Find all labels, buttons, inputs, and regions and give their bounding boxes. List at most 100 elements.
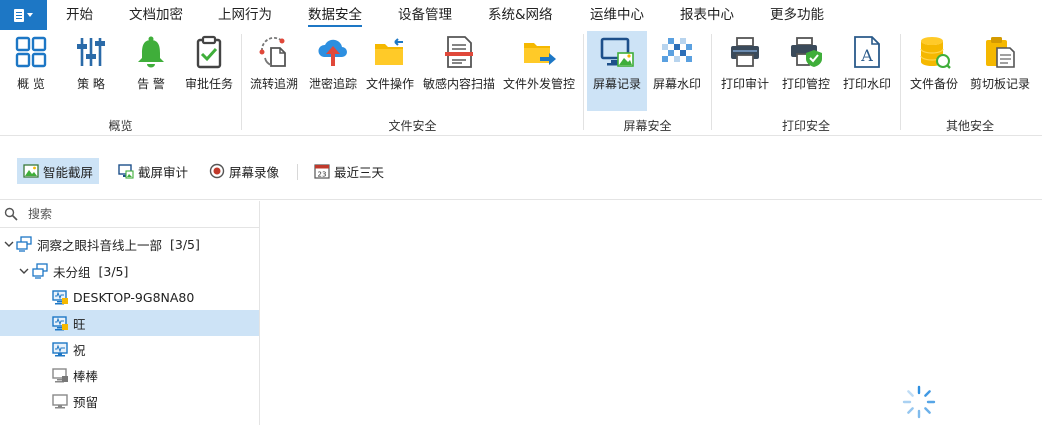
screen-recording-button[interactable]: 屏幕录像: [203, 158, 285, 184]
time-range-selector[interactable]: 23 最近三天: [308, 158, 390, 184]
menu-tab-data-security[interactable]: 数据安全: [308, 0, 362, 30]
group-separator: [711, 34, 712, 130]
tree-computer-reserved[interactable]: 预留: [0, 388, 259, 414]
folder-arrow-icon: [375, 38, 403, 65]
group-label-screen-security: 屏幕安全: [623, 119, 672, 133]
app-menu-button[interactable]: [0, 0, 47, 30]
screen-recording-label: 屏幕录像: [229, 164, 280, 180]
alert-label: 告 警: [137, 77, 165, 91]
tree-computer-desktop-9g8na80[interactable]: DESKTOP-9G8NA80: [0, 284, 259, 310]
record-icon: [209, 163, 225, 179]
bell-alert-icon: [138, 36, 164, 68]
network-computers-icon: [32, 263, 48, 279]
group-label-print-security: 打印安全: [781, 119, 830, 133]
alert-button[interactable]: 告 警: [126, 31, 176, 111]
tree-group-root[interactable]: 洞察之眼抖音线上一部 [3/5]: [0, 231, 259, 257]
computer-name: 预留: [73, 394, 99, 410]
print-audit-label: 打印审计: [720, 77, 769, 91]
screen-watermark-label: 屏幕水印: [652, 77, 701, 91]
tree-computer-wang[interactable]: 旺: [0, 310, 259, 336]
computer-tree-panel: 洞察之眼抖音线上一部 [3/5] 未分组 [3/5] DESKTOP-9G8NA…: [0, 201, 260, 425]
image-icon: [23, 164, 39, 178]
file-operation-label: 文件操作: [365, 77, 414, 91]
monitor-online-locked-icon: [52, 316, 68, 331]
leak-tracking-label: 泄密追踪: [308, 77, 357, 91]
tree-group-label: 未分组: [53, 264, 91, 280]
file-outbound-control-label: 文件外发管控: [502, 77, 575, 91]
clipboard-record-button[interactable]: 剪切板记录: [965, 31, 1035, 111]
overview-button[interactable]: 概 览: [6, 31, 56, 111]
tree-computer-zhu[interactable]: 祝: [0, 336, 259, 362]
menu-tab-report-center[interactable]: 报表中心: [680, 0, 734, 30]
network-computers-icon: [16, 236, 32, 252]
folder-send-icon: [524, 43, 556, 65]
menu-tab-ops-center[interactable]: 运维中心: [590, 0, 644, 30]
chevron-down-icon[interactable]: [19, 266, 29, 276]
file-backup-button[interactable]: 文件备份: [905, 31, 963, 111]
svg-text:A: A: [860, 46, 873, 65]
clipboard-check-icon: [196, 35, 222, 69]
letter-a-document-icon: A: [854, 36, 880, 68]
menu-tab-device-management[interactable]: 设备管理: [398, 0, 452, 30]
mosaic-watermark-icon: [662, 38, 692, 62]
capture-audit-button[interactable]: 截屏审计: [112, 158, 194, 184]
toolbar-separator: [297, 164, 298, 180]
sensitive-content-scan-button[interactable]: 敏感内容扫描: [420, 31, 498, 111]
leak-tracking-button[interactable]: 泄密追踪: [306, 31, 360, 111]
clipboard-record-icon: [986, 37, 1015, 68]
monitor-online-locked-icon: [52, 290, 68, 305]
grid-overview-icon: [15, 36, 47, 68]
computer-name: 棒棒: [73, 368, 99, 384]
screen-record-button[interactable]: 屏幕记录: [587, 31, 647, 111]
menu-tab-more-features[interactable]: 更多功能: [770, 0, 824, 30]
group-label-other-security: 其他安全: [945, 119, 994, 133]
search-bar: [0, 201, 259, 228]
group-label-overview: 概览: [108, 119, 133, 133]
online-count: [3/5]: [98, 263, 129, 279]
clipboard-record-label: 剪切板记录: [969, 77, 1030, 91]
print-watermark-button[interactable]: A 打印水印: [838, 31, 896, 111]
group-label-file-security: 文件安全: [388, 119, 437, 133]
time-range-label: 最近三天: [334, 164, 385, 180]
screen-record-label: 屏幕记录: [592, 77, 641, 91]
document-flow-icon: [259, 37, 286, 67]
print-control-label: 打印管控: [781, 77, 830, 91]
document-scan-icon: [445, 36, 473, 68]
monitor-offline-locked-icon: [52, 368, 68, 383]
search-input[interactable]: [28, 207, 248, 221]
document-menu-icon: [14, 8, 24, 22]
capture-audit-label: 截屏审计: [138, 164, 189, 180]
search-icon: [4, 207, 18, 221]
smart-capture-button[interactable]: 智能截屏: [17, 158, 100, 184]
group-separator: [583, 34, 584, 130]
menu-bar: 开始 文档加密 上网行为 数据安全 设备管理 系统&网络 运维中心 报表中心 更…: [0, 0, 1042, 30]
chevron-down-icon[interactable]: [4, 239, 14, 249]
policy-button[interactable]: 策 略: [66, 31, 116, 111]
monitor-online-icon: [52, 342, 68, 357]
menu-tab-start[interactable]: 开始: [66, 0, 93, 30]
monitor-offline-icon: [52, 394, 68, 409]
cloud-upload-icon: [318, 39, 347, 66]
tree-group-ungrouped[interactable]: 未分组 [3/5]: [0, 258, 259, 284]
flow-trace-label: 流转追溯: [249, 77, 298, 91]
file-outbound-control-button[interactable]: 文件外发管控: [500, 31, 578, 111]
menu-tab-web-behavior[interactable]: 上网行为: [218, 0, 272, 30]
flow-trace-button[interactable]: 流转追溯: [246, 31, 302, 111]
approval-tasks-button[interactable]: 审批任务: [181, 31, 237, 111]
monitor-capture-icon: [118, 164, 134, 179]
menu-tab-system-network[interactable]: 系统&网络: [488, 0, 553, 30]
overview-label: 概 览: [17, 77, 45, 91]
group-separator: [241, 34, 242, 130]
computer-name: 旺: [73, 316, 86, 332]
tree-computer-bangbang[interactable]: 棒棒: [0, 362, 259, 388]
capture-content-area: [261, 201, 1042, 425]
file-operation-button[interactable]: 文件操作: [364, 31, 416, 111]
group-separator: [900, 34, 901, 130]
print-control-button[interactable]: 打印管控: [776, 31, 836, 111]
screen-watermark-button[interactable]: 屏幕水印: [649, 31, 705, 111]
sensitive-content-scan-label: 敏感内容扫描: [422, 77, 495, 91]
tree-group-label: 洞察之眼抖音线上一部: [37, 237, 163, 253]
computer-name: DESKTOP-9G8NA80: [73, 289, 195, 305]
menu-tab-document-encryption[interactable]: 文档加密: [129, 0, 183, 30]
print-audit-button[interactable]: 打印审计: [716, 31, 774, 111]
